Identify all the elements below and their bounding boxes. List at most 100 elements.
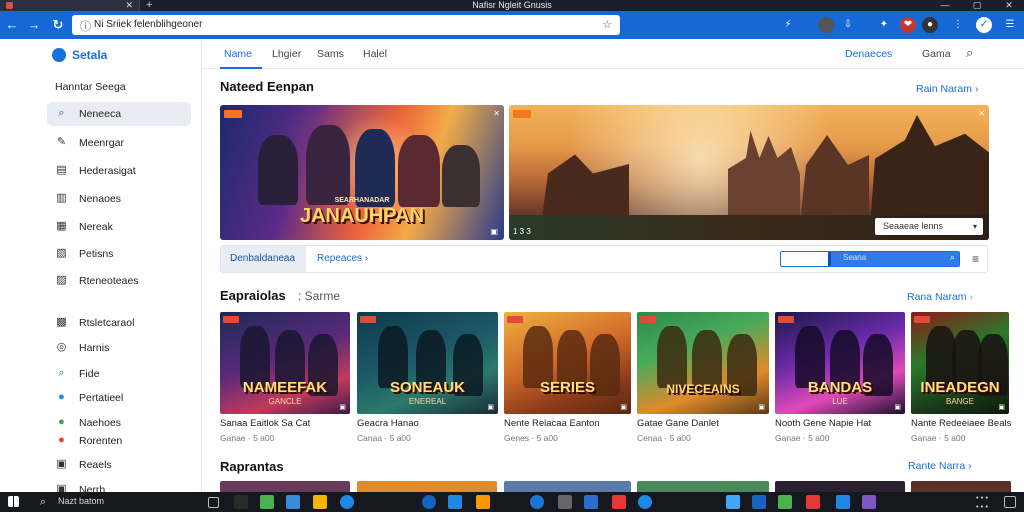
taskbar-app-15[interactable] [752,495,766,509]
user-avatar[interactable]: ✓ [976,17,992,33]
game-card-thumbnail[interactable]: NAMEEFAK GANCLE ▣ [220,312,350,414]
downloads-icon[interactable]: ⇩ [840,17,856,33]
puzzle-icon[interactable]: ✦ [876,17,892,33]
taskbar-search-text[interactable]: Nazt batom [58,496,104,506]
game-card-title[interactable]: Gatae Gane Danlet [637,418,719,429]
game-card-thumbnail[interactable]: SONEAUK ENEREAL ▣ [357,312,498,414]
game-card-title[interactable]: Nante Redeeiaee Beals [911,418,1011,429]
taskbar-app-16[interactable] [778,495,792,509]
preview-card-3[interactable] [504,481,631,492]
taskbar-clock[interactable]: • • • • • • [976,493,988,511]
back-button[interactable]: ← [3,16,21,34]
tab-lhgier[interactable]: Lhgier [272,48,301,60]
game-card-thumbnail[interactable]: SERIES ▣ [504,312,631,414]
banner-1-corner-icon[interactable]: ✕ [493,109,500,118]
sidebar-item-label: Pertatieel [79,392,124,404]
game-card-title[interactable]: Sanaa Eaitlok Sa Cat [220,418,310,429]
game-card-thumbnail[interactable]: INEADEGN BANGE ▣ [911,312,1009,414]
sidebar-item-11[interactable]: ● Pertatieel [47,386,191,410]
sidebar-item-label: Nenaoes [79,193,122,205]
taskbar-app-17[interactable] [806,495,820,509]
start-icon[interactable] [8,496,19,507]
sidebar-item-7[interactable]: ▨ Rteneoteaes [47,269,191,293]
more-icon[interactable]: ☰ [1002,17,1018,33]
banner-2-corner-icon[interactable]: ✕ [978,109,985,118]
game-card-title[interactable]: Nente Relacaa Eanton [504,418,600,429]
sidebar-item-label: Reaels [79,459,112,471]
taskbar-app-3[interactable] [286,495,300,509]
sidebar-item-14[interactable]: ▣ Reaels [47,453,191,477]
tab-name[interactable]: Name [224,48,252,60]
notification-icon[interactable] [1004,496,1016,508]
taskbar-app-18[interactable] [836,495,850,509]
sidebar-item-13[interactable]: ● Rorenten [47,429,191,453]
sidebar-item-4[interactable]: ▥ Nenaoes [47,187,191,211]
sidebar-item-6[interactable]: ▧ Petisns [47,242,191,266]
taskbar-app-7[interactable] [448,495,462,509]
featured-see-all-link[interactable]: Rain Naram › [916,83,978,95]
search-icon[interactable]: ⌕ [36,495,50,509]
taskbar-app-14[interactable] [726,495,740,509]
taskbar-app-13[interactable] [638,495,652,509]
taskbar-app-9[interactable] [530,495,544,509]
bookmark-icon[interactable]: ☆ [602,18,612,31]
site-info-icon[interactable]: ⓘ [80,18,91,34]
list-view-icon[interactable]: ≡ [972,252,979,266]
taskbar-app-19[interactable] [862,495,876,509]
os-taskbar: ⌕ Nazt batom • • • • • • [0,492,1024,512]
forward-button[interactable]: → [25,16,43,34]
tab-sams[interactable]: Sams [317,48,344,60]
preview-card-2[interactable] [357,481,497,492]
filter-chip[interactable]: Denbaldaneaa [221,246,306,272]
taskbar-app-2[interactable] [260,495,274,509]
nav-right-link[interactable]: Denaeces [845,48,892,60]
games-see-all-link[interactable]: Rana Naram › [907,291,973,303]
taskbar-app-11[interactable] [584,495,598,509]
heart-icon[interactable]: ❤ [900,17,916,33]
taskbar-app-6[interactable] [422,495,436,509]
sidebar-item-9[interactable]: ◎ Harnis [47,336,191,360]
featured-banner-2[interactable]: ✕ 1 3 3 Seaaeae lenns ▾ [509,105,989,240]
game-card-thumbnail[interactable]: BANDAS LUE ▣ [775,312,905,414]
address-input[interactable]: ⓘ Ni Sriiek felenblihgeoner ☆ [72,15,620,35]
taskbar-app-4[interactable] [313,495,327,509]
account-icon[interactable]: ● [922,17,938,33]
sidebar-item-8[interactable]: ▩ Rtsletcaraol [47,311,191,335]
filter-link[interactable]: Repeaces › [317,253,368,264]
nav-right-text[interactable]: Gama [922,48,951,60]
tab-halel[interactable]: Halel [363,48,387,60]
game-card-title[interactable]: Nooth Gene Napie Hat [775,418,871,429]
search-icon[interactable]: ⌕ [966,45,973,61]
minimize-button[interactable]: — [930,0,960,11]
game-card-title[interactable]: Geacra Hanao [357,418,419,429]
close-window-button[interactable]: ✕ [994,0,1024,11]
sidebar-item-3[interactable]: ▤ Hederasigat [47,159,191,183]
taskbar-app-1[interactable] [234,495,248,509]
preview-card-1[interactable] [220,481,350,492]
sidebar-item-10[interactable]: ⌕ Fide [47,362,191,386]
preview-card-6[interactable] [911,481,1011,492]
taskbar-app-10[interactable] [558,495,572,509]
task-view-icon[interactable] [208,497,219,508]
taskbar-app-8[interactable] [476,495,490,509]
preview-card-4[interactable] [637,481,769,492]
sidebar-item-5[interactable]: ▦ Nereak [47,215,191,239]
refresh-icon[interactable]: ↻ [49,16,67,34]
taskbar-app-5[interactable] [340,495,354,509]
filter-search-input[interactable]: Seana ⌕ [780,251,960,267]
taskbar-app-12[interactable] [612,495,626,509]
next-see-all-link[interactable]: Rante Narra › [908,460,972,472]
menu-icon[interactable]: ⋮ [950,17,966,33]
extension-icon[interactable]: ⚡ [780,17,796,33]
banner-2-dropdown-button[interactable]: Seaaeae lenns ▾ [875,218,983,235]
sidebar-item-1[interactable]: ⌕ Neneeca [47,102,191,126]
maximize-button[interactable]: ▢ [962,0,992,11]
preview-card-5[interactable] [775,481,905,492]
sidebar-item-2[interactable]: ✎ Meenrgar [47,131,191,155]
featured-banner-1[interactable]: ✕ JANAUHPAN SEARHANADAR ▣ [220,105,504,240]
search-icon[interactable]: ⌕ [950,252,955,263]
game-card-thumbnail[interactable]: NIVECEAINS ▣ [637,312,769,414]
browser-toolbar: ← → ↻ ⓘ Ni Sriiek felenblihgeoner ☆ ⚡ ⇩ … [0,11,1024,39]
sidebar-item-label: Hederasigat [79,165,136,177]
profile-avatar[interactable] [818,17,834,33]
